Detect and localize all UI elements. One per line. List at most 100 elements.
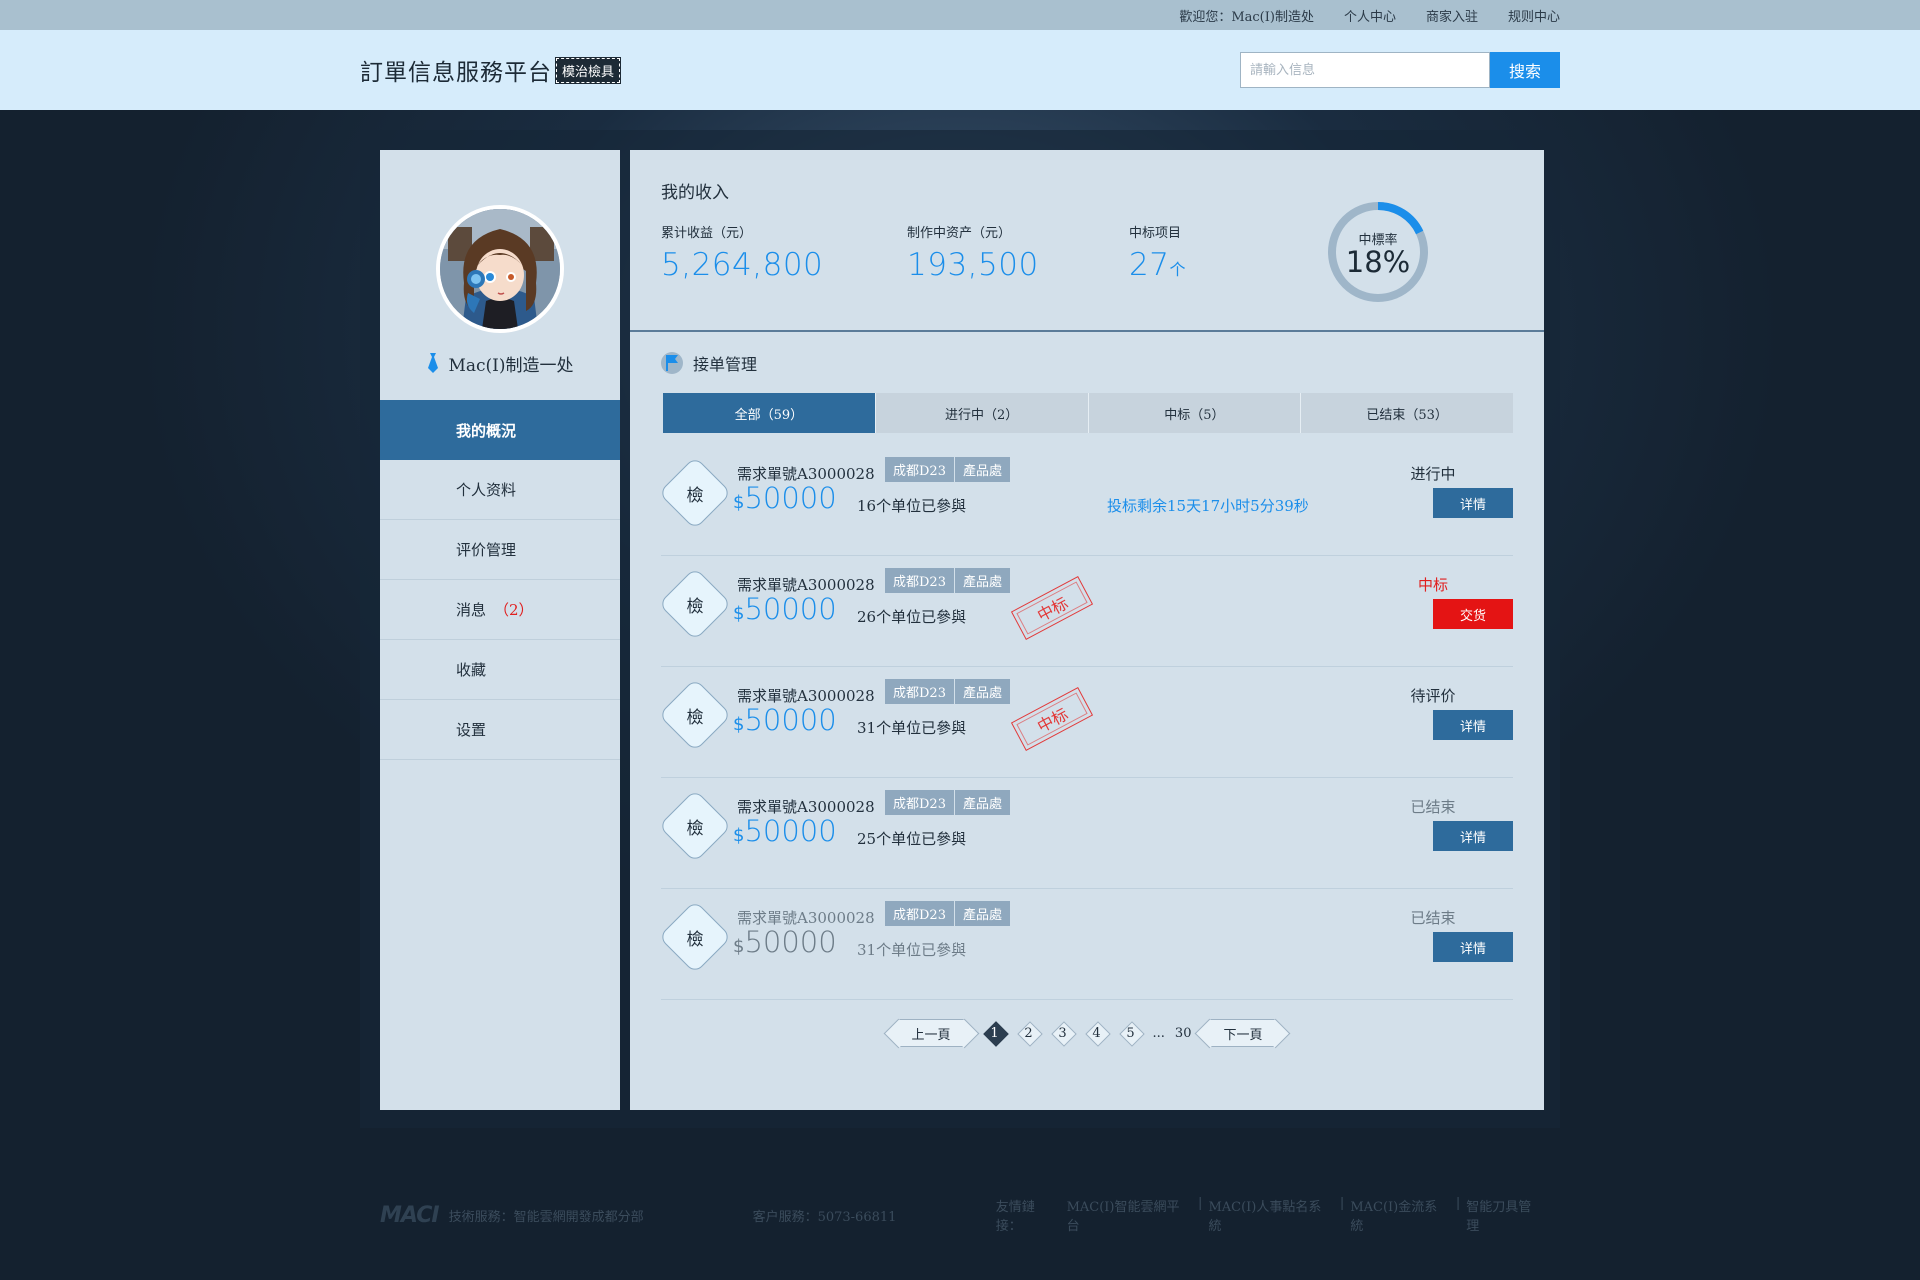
page-4[interactable]: 4: [1085, 1021, 1109, 1045]
footer-link-tool-management[interactable]: 智能刀具管理: [1466, 1196, 1544, 1234]
stat-value: 193,500: [907, 247, 1039, 283]
sidebar-item-favorites[interactable]: 收藏: [380, 640, 620, 700]
top-link-user-center[interactable]: 个人中心: [1344, 6, 1396, 25]
tab-won[interactable]: 中标（5）: [1087, 393, 1301, 433]
won-stamp: 中标: [1010, 576, 1094, 640]
order-tag: 成都D23: [885, 901, 954, 926]
win-rate-gauge: 中標率 18%: [1326, 200, 1430, 304]
sidebar-item-messages[interactable]: 消息 （2）: [380, 580, 620, 640]
details-button[interactable]: 详情: [1433, 710, 1513, 740]
sidebar-nav: 我的概況 个人资料 评价管理 消息 （2） 收藏 设置: [380, 400, 620, 760]
footer-links-label: 友情鏈接：: [995, 1200, 1035, 1234]
order-status: 进行中: [1410, 465, 1456, 483]
orders-title-row: 接单管理: [661, 350, 757, 376]
footer-link-hr-system[interactable]: MAC(I)人事點名系統: [1208, 1196, 1333, 1234]
page-1[interactable]: 1: [983, 1021, 1007, 1045]
order-status: 中标: [1417, 576, 1448, 594]
tab-ended[interactable]: 已结束（53）: [1300, 393, 1513, 433]
order-tag: 產品處: [955, 679, 1011, 704]
details-button[interactable]: 详情: [1433, 932, 1513, 962]
order-price: $50000: [733, 703, 837, 737]
sidebar-item-label: 收藏: [456, 661, 487, 679]
footer-link-cloud-platform[interactable]: MAC(I)智能雲網平台: [1067, 1196, 1192, 1234]
order-price: $50000: [733, 814, 837, 848]
next-page-button[interactable]: 下一頁: [1209, 1019, 1277, 1047]
order-row: 檢需求單號A3000028 成都D23 產品處 $50000 31个单位已參與 中标 待评价…: [658, 667, 1513, 778]
sidebar-item-reviews[interactable]: 评价管理: [380, 520, 620, 580]
sidebar-item-overview[interactable]: 我的概況: [380, 400, 620, 460]
sidebar-item-label: 评价管理: [456, 541, 517, 559]
user-name: Mac(I)制造一处: [448, 355, 574, 376]
stat-label: 制作中资产（元）: [907, 226, 1012, 241]
sidebar: Mac(I)制造一处 我的概況 个人资料 评价管理 消息 （2） 收藏 设置: [380, 150, 620, 1110]
order-price: $50000: [733, 925, 837, 959]
won-stamp: 中标: [1010, 687, 1094, 751]
search-button[interactable]: 搜索: [1490, 52, 1560, 88]
tie-icon: [428, 353, 439, 373]
sidebar-item-profile[interactable]: 个人资料: [380, 460, 620, 520]
welcome-text: 歡迎您：Mac(I)制造处: [1179, 9, 1314, 25]
order-price: $50000: [733, 592, 837, 626]
top-links: 歡迎您：Mac(I)制造处 个人中心 商家入驻 规则中心: [1179, 0, 1560, 30]
top-link-merchant-join[interactable]: 商家入驻: [1426, 6, 1478, 25]
page-3[interactable]: 3: [1051, 1021, 1075, 1045]
order-status: 已结束: [1410, 909, 1456, 927]
header: 訂單信息服務平台 模治檢具 搜索: [0, 30, 1920, 110]
sidebar-item-label: 个人资料: [456, 481, 517, 499]
top-link-rules-center[interactable]: 规则中心: [1508, 6, 1560, 25]
footer-link-divider: |: [1455, 1196, 1461, 1211]
order-tag: 產品處: [955, 901, 1011, 926]
avatar[interactable]: [436, 205, 564, 333]
site-badge: 模治檢具: [554, 56, 622, 84]
stat-label: 中标项目: [1129, 226, 1182, 241]
order-row: 檢需求單號A3000028 成都D23 產品處 $50000 31个单位已參與 已结束 详情: [658, 889, 1513, 1000]
page-5[interactable]: 5: [1119, 1021, 1143, 1045]
sidebar-item-label: 设置: [456, 721, 487, 739]
order-tag: 成都D23: [885, 679, 954, 704]
prev-page-button[interactable]: 上一頁: [897, 1019, 965, 1047]
page-last[interactable]: 30: [1175, 1026, 1192, 1041]
tab-all[interactable]: 全部（59）: [663, 393, 875, 433]
stat-value: 27个: [1129, 247, 1186, 283]
order-row: 檢需求單號A3000028 成都D23 產品處 $50000 26个单位已參與 中标 中标交…: [658, 556, 1513, 667]
footer-link-divider: |: [1339, 1196, 1345, 1211]
footer-link-divider: |: [1198, 1196, 1203, 1211]
site-title: 訂單信息服務平台: [360, 60, 552, 86]
user-name-row: Mac(I)制造一处: [380, 350, 620, 376]
footer-link-cashflow-system[interactable]: MAC(I)金流系統: [1350, 1196, 1450, 1234]
flag-icon: [661, 352, 683, 374]
order-participants: 31个单位已參與: [857, 719, 967, 737]
order-tag: 成都D23: [885, 568, 954, 593]
avatar-illustration: [440, 209, 560, 329]
tab-in-progress[interactable]: 进行中（2）: [874, 393, 1088, 433]
order-type-text: 檢: [686, 929, 704, 950]
message-count-badge: （2）: [494, 601, 534, 619]
search-bar: 搜索: [1240, 52, 1560, 88]
stat-assets-in-production: 制作中资产（元） 193,500: [907, 222, 1039, 283]
top-bar: 歡迎您：Mac(I)制造处 个人中心 商家入驻 规则中心: [0, 0, 1920, 30]
details-button[interactable]: 详情: [1433, 488, 1513, 518]
stat-value: 5,264,800: [661, 247, 824, 283]
stat-total-earnings: 累计收益（元） 5,264,800: [661, 222, 823, 283]
main-content: 我的收入 累计收益（元） 5,264,800 制作中资产（元） 193,500 …: [630, 150, 1544, 1110]
order-row: 檢需求單號A3000028 成都D23 產品處 $50000 25个单位已參與 已结束 详情: [658, 778, 1513, 889]
order-participants: 16个单位已參與: [857, 497, 967, 515]
order-participants: 31个单位已參與: [857, 941, 967, 959]
income-title: 我的收入: [661, 183, 729, 203]
page-2[interactable]: 2: [1017, 1021, 1041, 1045]
stat-label: 累计收益（元）: [661, 226, 753, 241]
order-row: 檢需求單號A3000028 成都D23 產品處 $50000 16个单位已參與 投标剩余1…: [658, 445, 1513, 556]
sidebar-item-settings[interactable]: 设置: [380, 700, 620, 760]
footer-tech-service: 技術服務：智能雲網開發成都分部: [448, 1209, 644, 1225]
income-panel: 我的收入 累计收益（元） 5,264,800 制作中资产（元） 193,500 …: [630, 150, 1544, 332]
bid-countdown: 投标剩余15天17小时5分39秒: [1107, 497, 1309, 515]
order-type-text: 檢: [686, 596, 704, 617]
details-button[interactable]: 详情: [1433, 821, 1513, 851]
orders-title: 接单管理: [693, 355, 758, 374]
deliver-button[interactable]: 交货: [1433, 599, 1513, 629]
search-input[interactable]: [1240, 52, 1490, 88]
stat-unit: 个: [1169, 260, 1186, 279]
site-logo[interactable]: 訂單信息服務平台 模治檢具: [360, 52, 622, 88]
footer: MACI 技術服務：智能雲網開發成都分部 客户服務：5073-66811 友情鏈…: [380, 1196, 1544, 1234]
order-type-text: 檢: [686, 818, 704, 839]
